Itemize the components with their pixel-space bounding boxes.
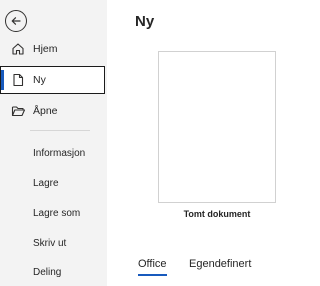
nav-item-open-label: Åpne	[33, 105, 58, 117]
back-arrow-icon	[11, 17, 21, 25]
page-title: Ny	[135, 13, 155, 30]
new-document-icon	[9, 71, 27, 89]
nav-item-share[interactable]: Deling	[33, 267, 61, 278]
nav-item-home-label: Hjem	[33, 43, 58, 55]
nav-item-print[interactable]: Skriv ut	[33, 238, 66, 249]
backstage-sidebar: Hjem Ny Åpne Informasjon Lagre Lagre som…	[0, 0, 107, 286]
nav-item-open[interactable]: Åpne	[0, 97, 105, 125]
nav-item-new[interactable]: Ny	[0, 66, 105, 94]
nav-item-new-label: Ny	[33, 74, 46, 86]
new-document-pane: Ny Tomt dokument Office Egendefinert	[107, 0, 300, 286]
open-folder-icon	[9, 102, 27, 120]
tab-office[interactable]: Office	[138, 258, 167, 276]
nav-item-save-as[interactable]: Lagre som	[33, 208, 80, 219]
blank-document-label: Tomt dokument	[183, 209, 251, 219]
nav-item-info[interactable]: Informasjon	[33, 148, 85, 159]
home-icon	[9, 40, 27, 58]
blank-document-template[interactable]	[158, 51, 276, 203]
back-button[interactable]	[5, 10, 27, 32]
nav-item-save[interactable]: Lagre	[33, 178, 59, 189]
nav-item-home[interactable]: Hjem	[0, 35, 105, 63]
tab-custom[interactable]: Egendefinert	[189, 258, 251, 270]
sidebar-divider	[30, 130, 90, 131]
